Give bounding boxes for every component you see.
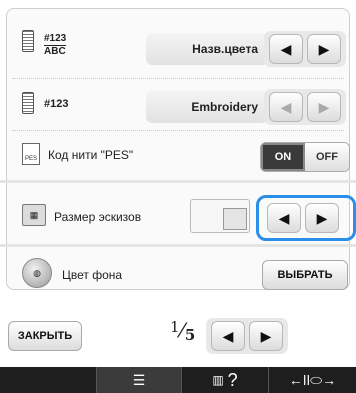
thread-number-label: #123 [44, 98, 69, 110]
thread-number-name-label: #123 ABC [44, 33, 67, 58]
thread-spool-icon [22, 30, 34, 52]
bottom-bar-spacer [0, 367, 96, 393]
thread-name-text: ABC [44, 46, 66, 57]
thumbnail-size-icon: ▦ [22, 204, 46, 226]
page-prev-button[interactable]: ◀ [211, 321, 245, 351]
pes-code-on-button[interactable]: ON [261, 143, 305, 171]
divider [12, 130, 344, 131]
thumbnail-size-preview [190, 199, 250, 233]
thumbnail-preview-box [223, 208, 247, 230]
thread-display-prev-button[interactable]: ◀ [269, 34, 303, 64]
page-total: 5 [184, 326, 196, 344]
pes-code-toggle: ON OFF [260, 142, 350, 172]
thread-number-text: #123 [44, 33, 67, 46]
bottom-toolbar: ☰ ▥ ? ←ǀǀ⬭→ [0, 367, 356, 393]
help-button[interactable]: ▥ ? [182, 367, 268, 393]
divider [12, 78, 344, 79]
page-current: 1 [170, 318, 180, 336]
thread-brand-prev-button[interactable]: ◀ [269, 92, 303, 122]
help-thread-icon: ▥ [212, 373, 224, 387]
thread-brand-arrows: ◀ ▶ [266, 90, 344, 124]
thumbnail-size-prev-button[interactable]: ◀ [267, 203, 301, 233]
page-arrows: ◀ ▶ [208, 319, 286, 353]
thread-brand-value: Embroidery [146, 91, 268, 123]
background-palette-icon: ◍ [22, 258, 52, 288]
thumbnail-size-label: Размер эскизов [54, 210, 142, 224]
background-color-label: Цвет фона [62, 268, 123, 282]
thread-display-value: Назв.цвета [146, 33, 268, 65]
thread-brand-next-button[interactable]: ▶ [307, 92, 341, 122]
presser-foot-mode-button[interactable]: ←ǀǀ⬭→ [268, 367, 356, 393]
close-button[interactable]: ЗАКРЫТЬ [8, 321, 82, 351]
settings-screen: #123 ABC Назв.цвета ◀ ▶ #123 Embroidery … [0, 0, 356, 393]
pes-file-icon: PES [22, 143, 40, 165]
page-next-button[interactable]: ▶ [249, 321, 283, 351]
background-color-select-button[interactable]: ВЫБРАТЬ [262, 260, 348, 290]
section-separator [0, 244, 356, 247]
thread-display-next-button[interactable]: ▶ [307, 34, 341, 64]
page-indicator: 1 ⁄ 5 [170, 318, 196, 344]
thread-spool-icon [22, 92, 34, 114]
section-separator [0, 180, 356, 183]
page-slash: ⁄ [180, 318, 184, 342]
help-question-icon: ? [227, 369, 238, 390]
pes-code-off-button[interactable]: OFF [305, 143, 349, 171]
thread-display-arrows: ◀ ▶ [266, 32, 344, 66]
pes-code-label: Код нити "PES" [48, 148, 134, 162]
thumbnail-size-arrows: ◀ ▶ [264, 201, 342, 235]
thumbnail-size-next-button[interactable]: ▶ [305, 203, 339, 233]
settings-icon[interactable]: ☰ [96, 367, 182, 393]
